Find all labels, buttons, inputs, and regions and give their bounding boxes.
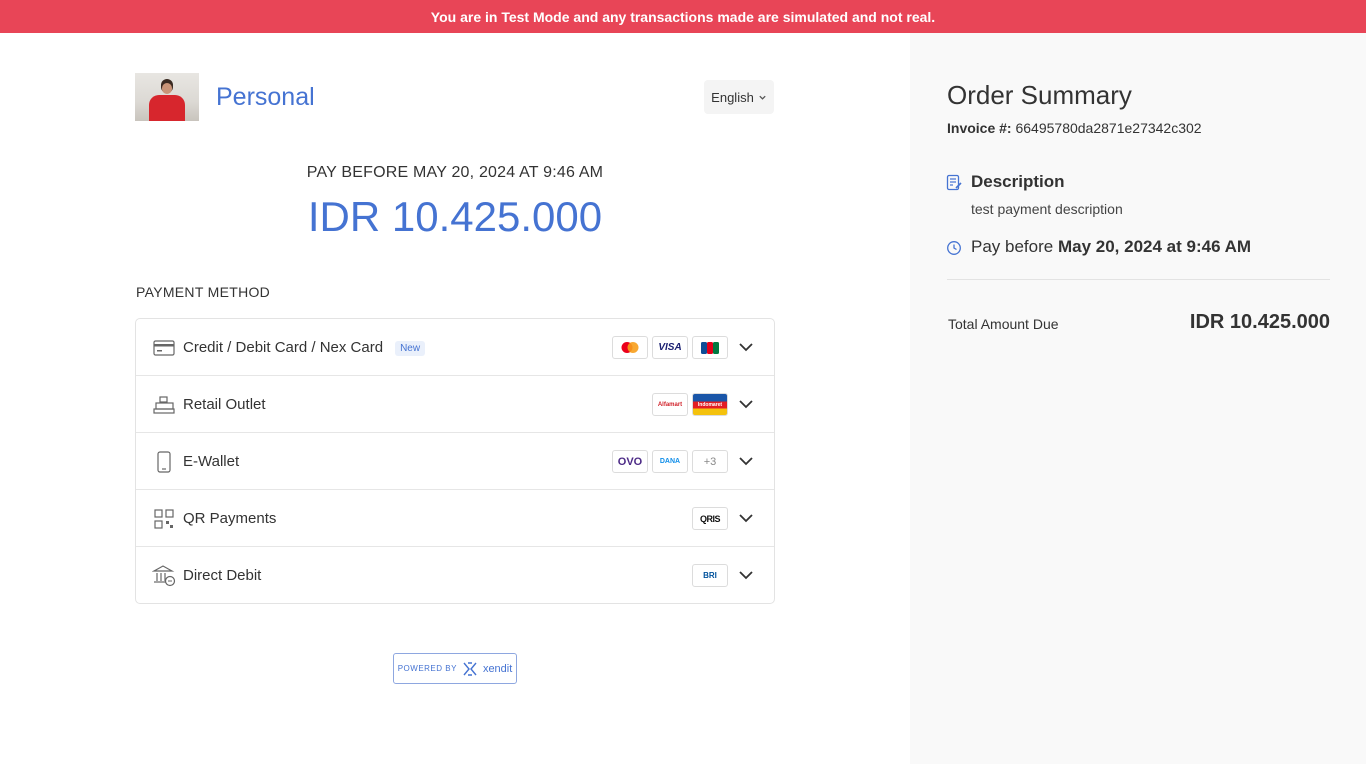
cash-register-icon	[152, 394, 176, 416]
order-summary-panel	[910, 33, 1366, 764]
bank-icon	[152, 565, 176, 587]
summary-divider	[947, 279, 1330, 280]
total-amount-value: IDR 10.425.000	[1189, 311, 1330, 333]
clock-icon	[947, 241, 961, 255]
chevron-down-icon[interactable]	[738, 396, 754, 412]
test-mode-text: You are in Test Mode and any transaction…	[430, 8, 936, 25]
mastercard-logo	[612, 336, 648, 359]
qris-logo: QRIS	[692, 507, 728, 530]
chevron-down-icon[interactable]	[738, 567, 754, 583]
mobile-phone-icon	[152, 451, 176, 473]
xendit-logo-icon	[463, 661, 477, 676]
method-label: Direct Debit	[183, 567, 262, 584]
pay-before-summary: Pay before May 20, 2024 at 9:46 AM	[971, 237, 1252, 256]
method-label: E-Wallet	[183, 453, 240, 470]
payment-amount: IDR 10.425.000	[307, 193, 603, 240]
merchant-name: Personal	[216, 83, 315, 111]
chevron-down-icon	[759, 95, 766, 100]
powered-by-label: POWERED BY	[397, 664, 457, 673]
jcb-logo	[692, 336, 728, 359]
method-qr-payments[interactable]: QR Payments QRIS	[136, 490, 774, 547]
method-retail-outlet[interactable]: Retail Outlet Alfamart Indomaret	[136, 376, 774, 433]
powered-by-xendit[interactable]: POWERED BY xendit	[393, 653, 517, 684]
total-amount-label: Total Amount Due	[948, 316, 1059, 332]
bri-logo: BRI	[692, 564, 728, 587]
method-ewallet[interactable]: E-Wallet OVO DANA +3	[136, 433, 774, 490]
method-card[interactable]: Credit / Debit Card / Nex Card New VISA	[136, 319, 774, 376]
chevron-down-icon[interactable]	[738, 510, 754, 526]
indomaret-logo: Indomaret	[692, 393, 728, 416]
more-ewallets-badge: +3	[692, 450, 728, 473]
merchant-avatar	[135, 73, 199, 121]
ovo-logo: OVO	[612, 450, 648, 473]
new-badge: New	[395, 341, 426, 356]
credit-card-icon	[152, 337, 176, 359]
method-label: Credit / Debit Card / Nex Card New	[183, 339, 426, 356]
language-selector[interactable]: English	[704, 80, 774, 114]
xendit-brand: xendit	[482, 662, 513, 675]
method-label: QR Payments	[183, 510, 277, 527]
dana-logo: DANA	[652, 450, 688, 473]
method-label: Retail Outlet	[183, 396, 266, 413]
description-title: Description	[971, 172, 1065, 191]
document-edit-icon	[946, 174, 962, 191]
payment-method-title: PAYMENT METHOD	[136, 284, 271, 300]
language-label: English	[711, 89, 754, 105]
order-summary-title: Order Summary	[947, 80, 1132, 110]
pay-before-deadline: PAY BEFORE MAY 20, 2024 AT 9:46 AM	[306, 164, 604, 181]
invoice-number: Invoice #: 66495780da2871e27342c302	[947, 120, 1202, 136]
chevron-down-icon[interactable]	[738, 339, 754, 355]
qr-code-icon	[152, 508, 176, 530]
description-text: test payment description	[971, 201, 1123, 217]
payment-methods-list: Credit / Debit Card / Nex Card New VISA R…	[135, 318, 775, 604]
method-direct-debit[interactable]: Direct Debit BRI	[136, 547, 774, 604]
alfamart-logo: Alfamart	[652, 393, 688, 416]
test-mode-banner: You are in Test Mode and any transaction…	[0, 0, 1366, 33]
chevron-down-icon[interactable]	[738, 453, 754, 469]
visa-logo: VISA	[652, 336, 688, 359]
